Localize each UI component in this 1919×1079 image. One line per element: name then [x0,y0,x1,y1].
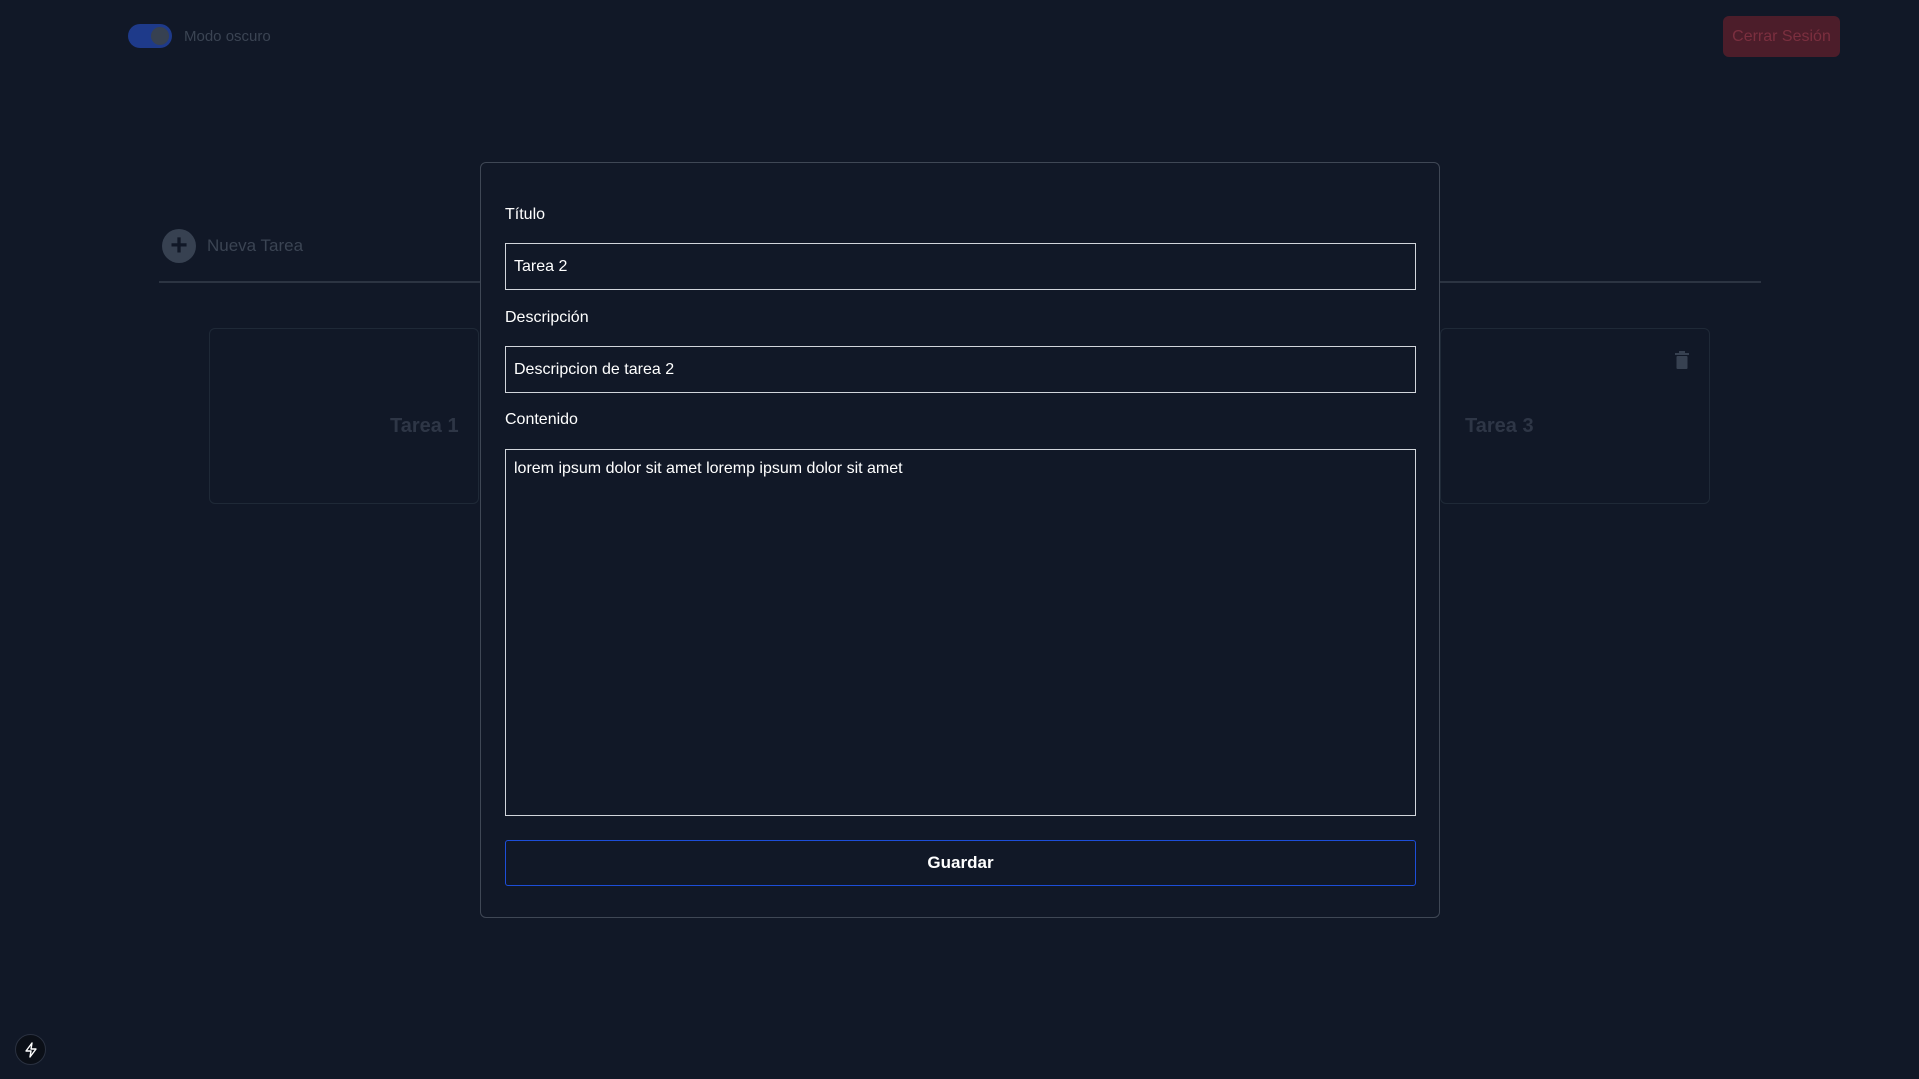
logout-button[interactable]: Cerrar Sesión [1723,16,1840,57]
new-task-button[interactable]: + Nueva Tarea [162,229,303,263]
dark-mode-toggle[interactable] [128,24,172,48]
save-button[interactable]: Guardar [505,840,1416,886]
title-label: Título [505,206,546,223]
dark-mode-toggle-group: Modo oscuro [128,24,271,48]
trash-icon[interactable] [1675,351,1689,369]
bolt-icon [24,1041,37,1058]
description-input[interactable] [505,346,1416,393]
edit-task-modal: Título Descripción Contenido lorem ipsum… [480,162,1440,918]
dev-tools-button[interactable] [15,1034,46,1065]
task-title: Tarea 1 [390,415,459,437]
dark-mode-label: Modo oscuro [184,27,271,45]
toggle-knob [151,27,169,45]
content-textarea[interactable]: lorem ipsum dolor sit amet loremp ipsum … [505,449,1416,816]
title-input[interactable] [505,243,1416,290]
description-label: Descripción [505,309,589,326]
task-title: Tarea 3 [1465,415,1534,437]
content-label: Contenido [505,411,578,428]
plus-circle-icon: + [162,229,196,263]
task-card[interactable]: Tarea 3 [1440,328,1710,504]
app-page: Modo oscuro Cerrar Sesión + Nueva Tarea … [0,0,1919,1079]
new-task-label: Nueva Tarea [207,236,304,255]
task-card[interactable]: Tarea 1 [209,328,479,504]
